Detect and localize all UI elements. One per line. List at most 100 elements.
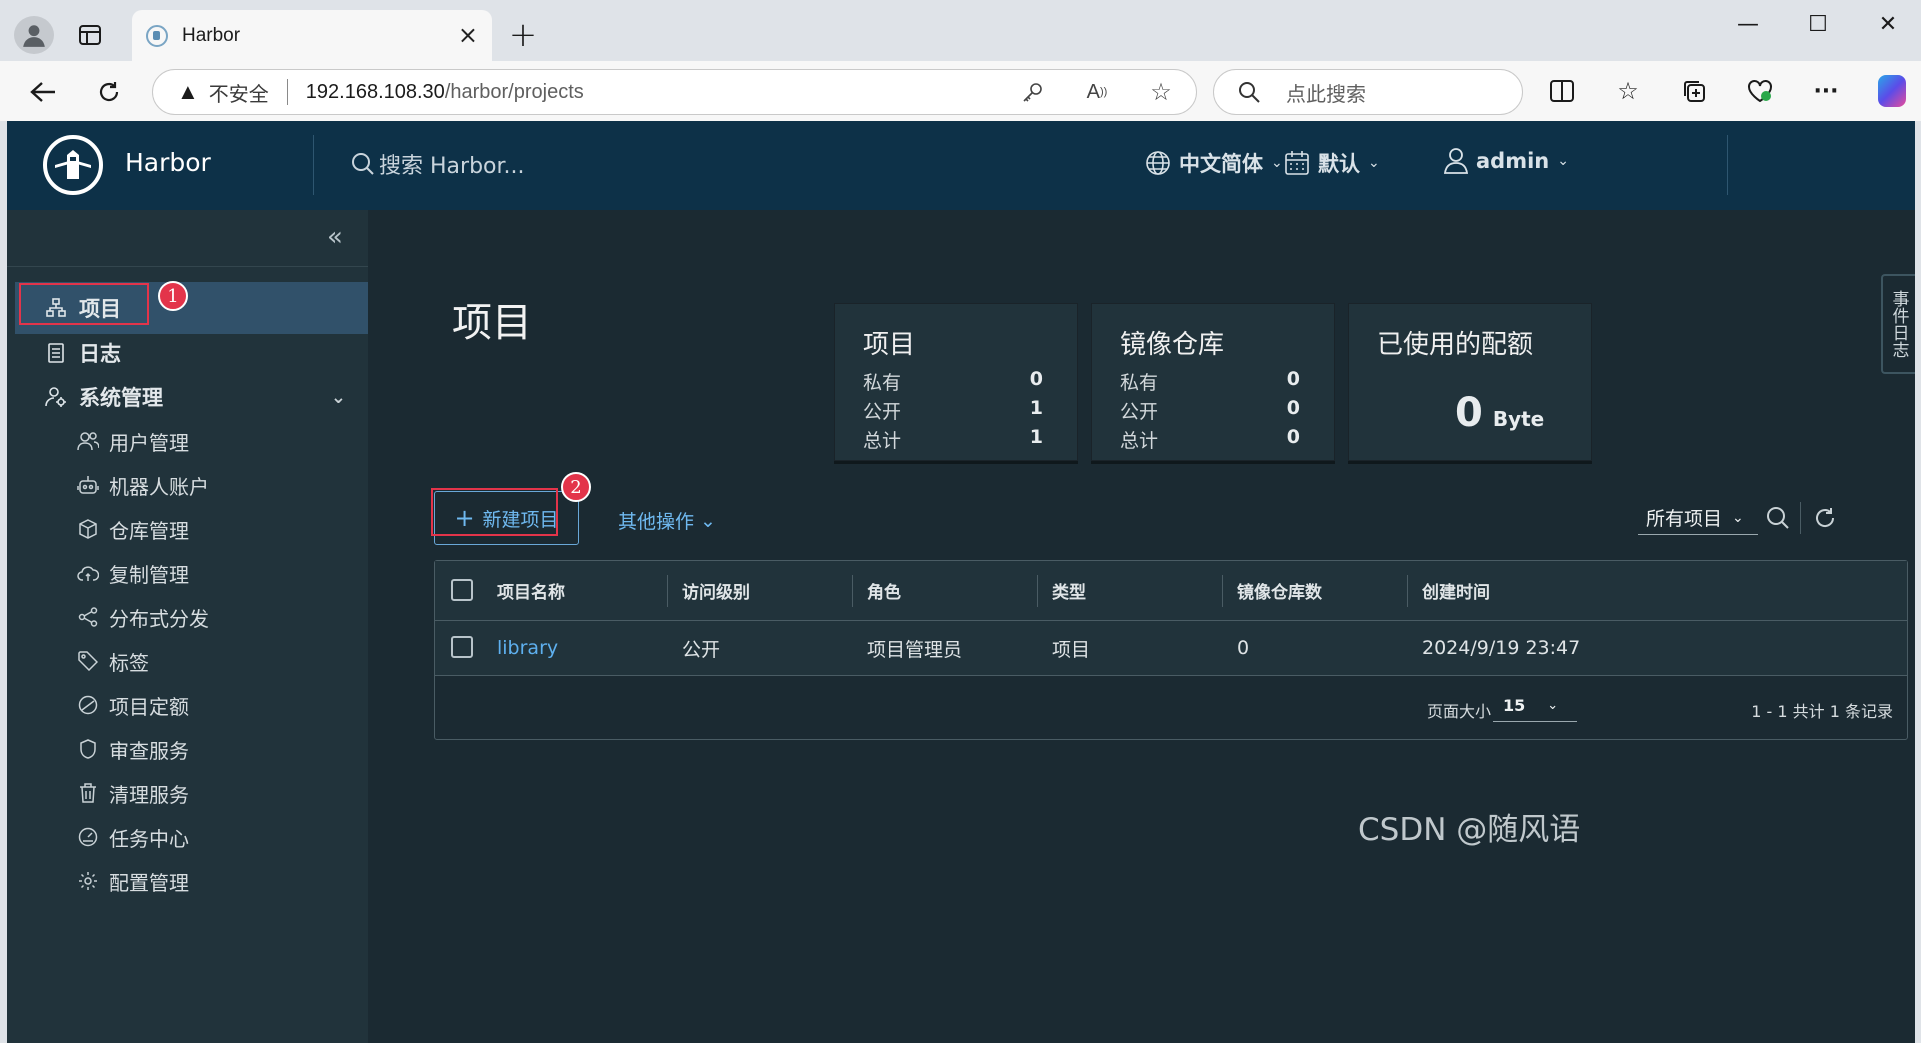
sidebar-item-users[interactable]: 用户管理 (7, 417, 368, 465)
sidebar-item-registries[interactable]: 仓库管理 (7, 505, 368, 553)
favorites-icon[interactable]: ☆ (1614, 75, 1642, 107)
sidebar-item-label: 审查服务 (109, 738, 189, 763)
share-icon (77, 606, 99, 628)
column-divider[interactable] (852, 575, 853, 607)
role-cell: 项目管理员 (867, 638, 963, 661)
sidebar-item-robot-accounts[interactable]: 机器人账户 (7, 461, 368, 509)
sidebar-item-replications[interactable]: 复制管理 (7, 549, 368, 597)
sidebar-item-administration[interactable]: 系统管理 ⌄ (7, 371, 368, 423)
browser-search-field[interactable]: 点此搜索 (1213, 69, 1523, 115)
sidebar-item-job-service[interactable]: 任务中心 (7, 813, 368, 861)
back-icon[interactable] (26, 75, 60, 109)
page-title: 项目 (452, 300, 532, 346)
stat-row: 私有 0 (863, 368, 1043, 395)
column-header[interactable]: 角色 (867, 561, 901, 620)
stat-label: 私有 (863, 372, 902, 394)
column-divider[interactable] (1222, 575, 1223, 607)
search-icon[interactable] (1763, 503, 1793, 533)
sidebar-item-label: 分布式分发 (109, 606, 209, 631)
more-icon[interactable]: ··· (1812, 75, 1840, 107)
global-search-input[interactable]: 搜索 Harbor... (351, 148, 525, 180)
header-divider (313, 135, 314, 195)
profile-icon[interactable] (14, 16, 54, 54)
sidebar-item-label: 清理服务 (109, 782, 189, 807)
column-divider[interactable] (667, 575, 668, 607)
language-selector[interactable]: 中文简体 ⌄ (1145, 148, 1283, 178)
collections-icon[interactable] (1680, 75, 1708, 107)
stat-label: 公开 (863, 401, 902, 423)
column-header[interactable]: 项目名称 (497, 561, 565, 620)
browser-tab[interactable]: Harbor × (132, 10, 492, 61)
quota-summary-card: 已使用的配额 0 Byte (1348, 303, 1592, 461)
stat-label: 公开 (1120, 401, 1159, 423)
project-name-link[interactable]: library (497, 621, 558, 675)
row-checkbox[interactable] (451, 636, 473, 658)
collapse-sidebar-icon[interactable]: « (327, 222, 343, 252)
global-search-placeholder: 搜索 Harbor... (379, 154, 525, 179)
search-icon (352, 153, 374, 175)
sidebar-item-label: 标签 (109, 650, 149, 675)
other-actions-dropdown[interactable]: 其他操作 ⌄ (618, 507, 716, 534)
stat-label: 私有 (1120, 372, 1159, 394)
tag-icon (77, 650, 99, 672)
column-divider[interactable] (1037, 575, 1038, 607)
sidebar-item-label: 系统管理 (79, 386, 163, 410)
split-screen-icon[interactable] (1548, 75, 1576, 107)
robot-icon (77, 474, 99, 496)
column-divider[interactable] (1407, 575, 1408, 607)
sidebar-item-labels[interactable]: 标签 (7, 637, 368, 685)
sidebar-item-configuration[interactable]: 配置管理 (7, 857, 368, 905)
cube-icon (77, 518, 99, 540)
user-icon (1444, 148, 1468, 174)
sidebar-item-distributions[interactable]: 分布式分发 (7, 593, 368, 641)
calendar-icon (1285, 151, 1309, 175)
user-menu[interactable]: admin ⌄ (1444, 148, 1569, 174)
tab-actions-icon[interactable] (74, 20, 106, 50)
close-window-icon[interactable]: ✕ (1858, 12, 1918, 37)
harbor-logo-icon[interactable] (43, 135, 103, 195)
stat-row: 总计 1 (863, 426, 1043, 453)
chevron-down-icon: ⌄ (1271, 155, 1283, 171)
key-icon[interactable] (1020, 79, 1046, 105)
sidebar-item-label: 机器人账户 (109, 474, 209, 499)
language-label: 中文简体 (1179, 152, 1263, 176)
harbor-favicon-icon (146, 24, 168, 47)
page-size-select[interactable]: 15 ⌄ (1493, 690, 1577, 722)
event-log-tab[interactable]: 事件日志 (1881, 274, 1915, 374)
stat-value: 0 (1029, 368, 1043, 390)
new-tab-icon[interactable]: + (504, 15, 542, 55)
cloud-sync-icon (77, 562, 99, 584)
project-filter-select[interactable]: 所有项目 ⌄ (1638, 501, 1758, 535)
copilot-icon[interactable] (1878, 75, 1906, 107)
browser-essentials-icon[interactable] (1746, 75, 1774, 107)
refresh-icon[interactable] (1810, 503, 1840, 533)
favorite-star-icon[interactable]: ☆ (1148, 79, 1174, 106)
quota-value: 0 Byte (1455, 390, 1544, 436)
stat-label: 总计 (863, 430, 902, 452)
reload-icon[interactable] (92, 75, 126, 109)
sidebar-item-project-quotas[interactable]: 项目定额 (7, 681, 368, 729)
step-badge-2: 2 (561, 472, 591, 502)
sidebar-item-clean-up[interactable]: 清理服务 (7, 769, 368, 817)
step-badge-1: 1 (158, 281, 188, 311)
card-title: 项目 (863, 330, 916, 360)
column-header[interactable]: 类型 (1052, 561, 1086, 620)
sidebar: « 项目 1 日志 系统管理 ⌄ 用户管理 机器人账户 仓库管理 复制管理 分布… (7, 210, 375, 1043)
column-header[interactable]: 镜像仓库数 (1237, 561, 1322, 620)
brand-name[interactable]: Harbor (125, 148, 211, 177)
maximize-icon[interactable]: ☐ (1788, 12, 1848, 37)
minimize-icon[interactable]: — (1718, 12, 1778, 37)
url-host: 192.168.108.30 (305, 80, 445, 103)
sidebar-item-interrogation-services[interactable]: 审查服务 (7, 725, 368, 773)
column-header[interactable]: 创建时间 (1422, 561, 1490, 620)
tab-title: Harbor (182, 24, 241, 46)
url-field[interactable]: ▲ 不安全 192.168.108.30/harbor/projects A))… (152, 69, 1197, 115)
close-tab-icon[interactable]: × (458, 23, 478, 47)
read-aloud-icon[interactable]: A)) (1084, 79, 1110, 105)
app-header: Harbor 搜索 Harbor... 中文简体 ⌄ 默认 ⌄ admin ⌄ (7, 121, 1915, 210)
select-all-checkbox[interactable] (451, 579, 473, 601)
table-header: 项目名称 访问级别 角色 类型 镜像仓库数 创建时间 (435, 561, 1907, 621)
column-header[interactable]: 访问级别 (682, 561, 750, 620)
repo-count-cell: 0 (1237, 637, 1250, 659)
theme-selector[interactable]: 默认 ⌄ (1284, 148, 1380, 178)
